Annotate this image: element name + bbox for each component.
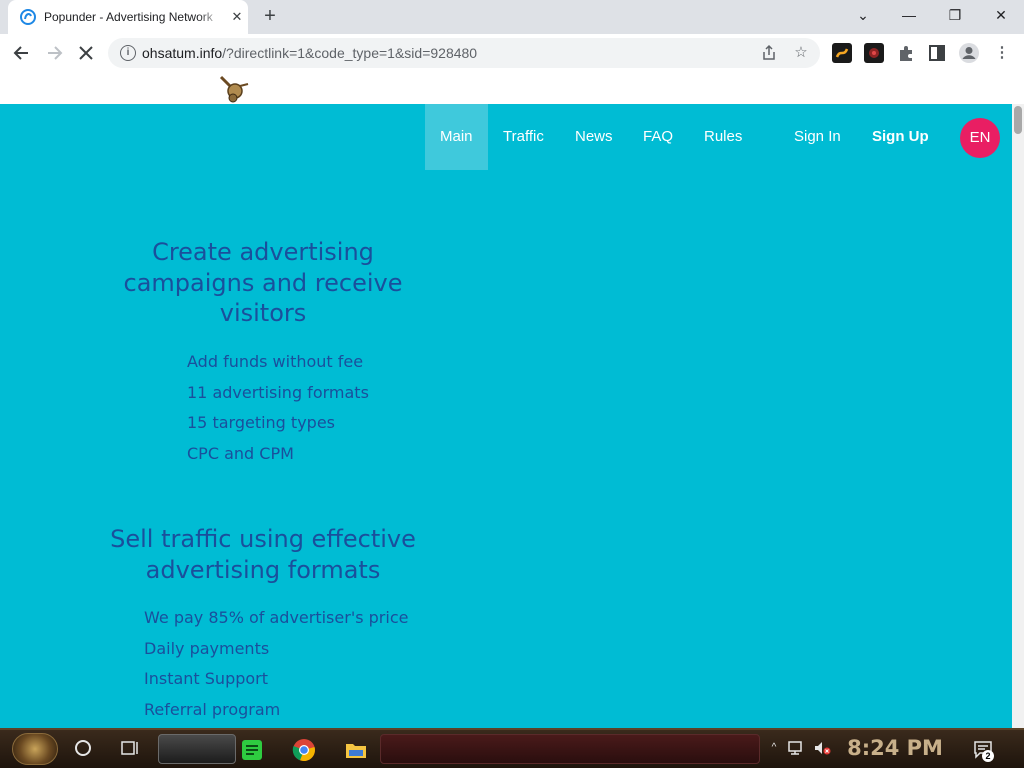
taskbar-clock[interactable]: 8:24 PM: [840, 736, 950, 760]
advertisers-section: Create advertising campaigns and receive…: [100, 237, 426, 329]
show-hidden-icons-icon[interactable]: ^: [764, 738, 784, 758]
list-item: 11 advertising formats: [187, 382, 369, 402]
url-text[interactable]: ohsatum.info/?directlink=1&code_type=1&s…: [142, 45, 477, 61]
file-explorer-icon[interactable]: [344, 738, 368, 762]
site-page: Main Traffic News FAQ Rules Sign In Sign…: [0, 104, 1012, 728]
back-arrow-icon[interactable]: [8, 39, 36, 67]
profile-avatar-icon[interactable]: [958, 42, 980, 64]
network-icon[interactable]: [786, 738, 806, 758]
browser-tab[interactable]: Popunder - Advertising Network ✕: [8, 0, 248, 34]
site-navbar: Main Traffic News FAQ Rules Sign In Sign…: [0, 104, 1012, 170]
forward-arrow-icon[interactable]: [40, 39, 68, 67]
share-icon[interactable]: [760, 44, 778, 62]
side-panel-icon[interactable]: [926, 42, 948, 64]
publishers-features: We pay 85% of advertiser's price Daily p…: [144, 603, 408, 725]
restore-button[interactable]: ❐: [932, 0, 978, 30]
tab-search-button[interactable]: ⌄: [840, 0, 886, 30]
notification-count-badge: 2: [982, 750, 994, 762]
publishers-heading: Sell traffic using effective advertising…: [110, 525, 416, 584]
nav-news[interactable]: News: [575, 104, 613, 170]
new-tab-button[interactable]: +: [258, 6, 282, 28]
scrollbar-thumb[interactable]: [1014, 106, 1022, 134]
address-bar[interactable]: i ohsatum.info/?directlink=1&code_type=1…: [108, 38, 820, 68]
web-content: Main Traffic News FAQ Rules Sign In Sign…: [0, 72, 1024, 728]
list-item: Referral program: [144, 699, 281, 719]
mouse-cursor-icon: [219, 75, 249, 103]
tab-close-icon[interactable]: ✕: [228, 8, 246, 26]
extension-2-icon[interactable]: [864, 43, 884, 63]
site-favicon-icon: [20, 9, 36, 25]
list-item: We pay 85% of advertiser's price: [144, 608, 409, 627]
sign-in-link[interactable]: Sign In: [794, 104, 841, 170]
sign-up-link[interactable]: Sign Up: [872, 104, 929, 170]
bookmark-star-icon[interactable]: ☆: [792, 44, 810, 62]
taskbar: ^ 8:24 PM 2: [0, 728, 1024, 768]
nav-main[interactable]: Main: [425, 104, 488, 170]
nav-faq[interactable]: FAQ: [643, 104, 673, 170]
close-window-button[interactable]: ✕: [978, 0, 1024, 30]
search-icon[interactable]: [75, 740, 91, 756]
browser-toolbar: i ohsatum.info/?directlink=1&code_type=1…: [0, 34, 1024, 72]
stop-loading-icon[interactable]: [72, 39, 100, 67]
extensions-puzzle-icon[interactable]: [895, 42, 917, 64]
list-item: Instant Support: [144, 669, 269, 688]
browser-menu-icon[interactable]: ⋮: [991, 42, 1013, 64]
task-view-icon[interactable]: [120, 739, 140, 757]
notes-app-icon[interactable]: [240, 738, 264, 762]
list-item: Add funds without fee: [187, 352, 364, 371]
site-info-icon[interactable]: i: [120, 45, 136, 61]
list-item: 15 targeting types: [187, 413, 335, 432]
volume-muted-icon[interactable]: [812, 738, 832, 758]
advertisers-heading: Create advertising campaigns and receive…: [123, 238, 403, 327]
extension-1-icon[interactable]: [832, 43, 852, 63]
list-item: Daily payments: [144, 638, 270, 658]
language-switcher[interactable]: EN: [960, 118, 1000, 158]
start-button[interactable]: [12, 733, 58, 765]
minimize-button[interactable]: —: [886, 0, 932, 30]
list-item: CPC and CPM: [187, 443, 294, 463]
nav-traffic[interactable]: Traffic: [503, 104, 544, 170]
tab-title: Popunder - Advertising Network: [44, 10, 213, 24]
page-scrollbar[interactable]: [1012, 104, 1024, 728]
advertisers-features: Add funds without fee 11 advertising for…: [187, 347, 369, 469]
tab-strip: Popunder - Advertising Network ✕ + ⌄ — ❐…: [0, 0, 1024, 34]
nav-rules[interactable]: Rules: [704, 104, 742, 170]
publishers-section: Sell traffic using effective advertising…: [100, 524, 426, 585]
chrome-icon[interactable]: [292, 738, 316, 762]
